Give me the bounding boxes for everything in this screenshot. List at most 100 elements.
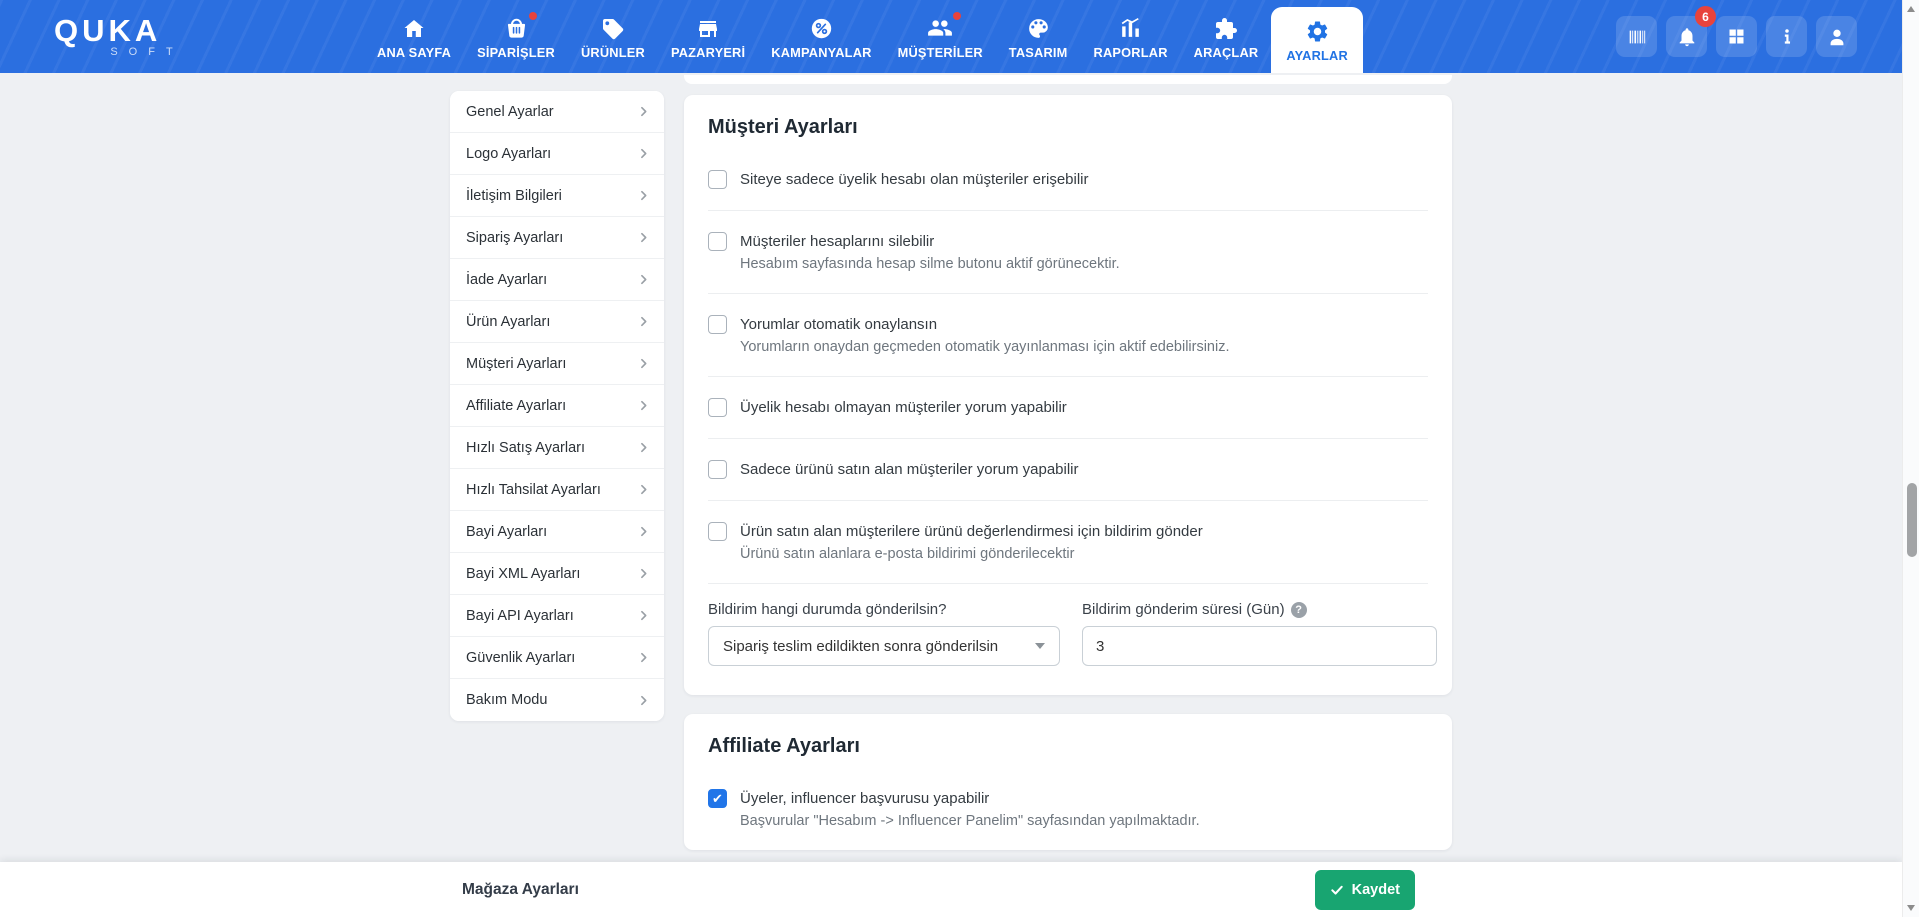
tag-icon bbox=[601, 14, 625, 41]
sidebar-item-label: İade Ayarları bbox=[466, 271, 548, 288]
scroll-down-arrow-icon[interactable] bbox=[1907, 905, 1915, 911]
vertical-scrollbar[interactable] bbox=[1902, 0, 1919, 917]
sidebar-item-label: Hızlı Satış Ayarları bbox=[466, 439, 585, 456]
chevron-right-icon bbox=[637, 315, 650, 328]
sidebar-item[interactable]: İade Ayarları bbox=[450, 259, 664, 301]
sidebar-item[interactable]: Logo Ayarları bbox=[450, 133, 664, 175]
nav-item-ana-sayfa[interactable]: ANA SAYFA bbox=[364, 0, 464, 73]
affiliate-settings-rows: Üyeler, influencer başvurusu yapabilir B… bbox=[708, 768, 1428, 850]
nav-item-musteriler[interactable]: MÜŞTERİLER bbox=[885, 0, 996, 73]
notification-days-input[interactable] bbox=[1082, 626, 1437, 666]
setting-row: Sadece ürünü satın alan müşteriler yorum… bbox=[708, 439, 1428, 501]
setting-row: Yorumlar otomatik onaylansın Yorumların … bbox=[708, 294, 1428, 377]
notification-condition-select[interactable]: Sipariş teslim edildikten sonra gönderil… bbox=[708, 626, 1060, 666]
bell-icon[interactable]: 6 bbox=[1666, 6, 1716, 57]
sidebar-item[interactable]: Affiliate Ayarları bbox=[450, 385, 664, 427]
checkbox-label: Siteye sadece üyelik hesabı olan müşteri… bbox=[740, 171, 1089, 188]
chevron-right-icon bbox=[637, 441, 650, 454]
sidebar-item[interactable]: Bayi API Ayarları bbox=[450, 595, 664, 637]
checkbox[interactable] bbox=[708, 398, 727, 417]
help-icon[interactable]: ? bbox=[1290, 601, 1307, 618]
apps-grid-icon[interactable] bbox=[1716, 16, 1757, 57]
home-icon bbox=[402, 14, 426, 41]
checkbox[interactable] bbox=[708, 170, 727, 189]
card-title: Affiliate Ayarları bbox=[708, 735, 860, 757]
chevron-right-icon bbox=[637, 694, 650, 707]
checkbox[interactable] bbox=[708, 460, 727, 479]
sidebar-item[interactable]: Hızlı Tahsilat Ayarları bbox=[450, 469, 664, 511]
sidebar-item-label: Bayi Ayarları bbox=[466, 523, 548, 540]
checkbox-label: Üyeler, influencer başvurusu yapabilir bbox=[740, 790, 990, 807]
sidebar-item[interactable]: Hızlı Satış Ayarları bbox=[450, 427, 664, 469]
card-title: Müşteri Ayarları bbox=[708, 116, 858, 138]
scrollbar-thumb[interactable] bbox=[1906, 483, 1917, 557]
nav-item-kampanyalar[interactable]: KAMPANYALAR bbox=[758, 0, 884, 73]
sidebar-item[interactable]: Bayi Ayarları bbox=[450, 511, 664, 553]
sidebar-item-label: Logo Ayarları bbox=[466, 145, 552, 162]
chevron-right-icon bbox=[637, 567, 650, 580]
sidebar-item[interactable]: Güvenlik Ayarları bbox=[450, 637, 664, 679]
sidebar-item[interactable]: İletişim Bilgileri bbox=[450, 175, 664, 217]
chevron-right-icon bbox=[637, 357, 650, 370]
logo-title: QUKA bbox=[54, 12, 162, 48]
checkbox[interactable] bbox=[708, 789, 727, 808]
sidebar-item-label: Affiliate Ayarları bbox=[466, 397, 567, 414]
sidebar-item-label: Güvenlik Ayarları bbox=[466, 649, 576, 666]
checkbox[interactable] bbox=[708, 232, 727, 251]
chevron-right-icon bbox=[637, 609, 650, 622]
chevron-right-icon bbox=[637, 651, 650, 664]
chevron-right-icon bbox=[637, 105, 650, 118]
checkbox-helper-text: Yorumların onaydan geçmeden otomatik yay… bbox=[740, 339, 1230, 355]
checkbox-label: Müşteriler hesaplarını silebilir bbox=[740, 233, 935, 250]
chevron-right-icon bbox=[637, 273, 650, 286]
scroll-up-arrow-icon[interactable] bbox=[1907, 6, 1915, 12]
app-logo[interactable]: QUKA SOFT bbox=[54, 12, 214, 58]
users-icon bbox=[927, 11, 962, 41]
nav-item-ayarlar[interactable]: AYARLAR bbox=[1271, 7, 1363, 73]
main-column: Müşteri Ayarları Siteye sadece üyelik he… bbox=[684, 95, 1452, 869]
save-button-label: Kaydet bbox=[1351, 881, 1400, 898]
sidebar-item[interactable]: Bayi XML Ayarları bbox=[450, 553, 664, 595]
barcode-icon[interactable] bbox=[1616, 16, 1657, 57]
nav-item-urunler[interactable]: ÜRÜNLER bbox=[568, 0, 658, 73]
storefront-icon bbox=[696, 14, 720, 41]
setting-row: Müşteriler hesaplarını silebilir Hesabım… bbox=[708, 211, 1428, 294]
sidebar-item[interactable]: Bakım Modu bbox=[450, 679, 664, 721]
palette-icon bbox=[1026, 14, 1051, 41]
sidebar-item-label: Müşteri Ayarları bbox=[466, 355, 567, 372]
save-button[interactable]: Kaydet bbox=[1314, 869, 1415, 910]
nav-item-raporlar[interactable]: RAPORLAR bbox=[1081, 0, 1181, 73]
notification-form: Bildirim hangi durumda gönderilsin? Sipa… bbox=[708, 584, 1437, 695]
nav-item-tasarim[interactable]: TASARIM bbox=[996, 0, 1081, 73]
checkbox-helper-text: Hesabım sayfasında hesap silme butonu ak… bbox=[740, 256, 1120, 272]
notification-dot bbox=[528, 11, 537, 20]
checkbox-label: Ürün satın alan müşterilere ürünü değerl… bbox=[740, 523, 1203, 540]
chevron-right-icon bbox=[637, 189, 650, 202]
checkbox[interactable] bbox=[708, 522, 727, 541]
chevron-down-icon bbox=[1035, 643, 1045, 649]
sidebar-item[interactable]: Müşteri Ayarları bbox=[450, 343, 664, 385]
sidebar-item-label: Hızlı Tahsilat Ayarları bbox=[466, 481, 601, 498]
chevron-right-icon bbox=[637, 147, 650, 160]
checkbox[interactable] bbox=[708, 315, 727, 334]
customer-settings-rows: Siteye sadece üyelik hesabı olan müşteri… bbox=[708, 149, 1428, 584]
sidebar-item-label: Bakım Modu bbox=[466, 692, 548, 708]
user-icon[interactable] bbox=[1816, 16, 1857, 57]
sidebar-item-label: Ürün Ayarları bbox=[466, 313, 551, 330]
nav-item-pazaryeri[interactable]: PAZARYERİ bbox=[658, 0, 758, 73]
sidebar-item[interactable]: Sipariş Ayarları bbox=[450, 217, 664, 259]
setting-row: Siteye sadece üyelik hesabı olan müşteri… bbox=[708, 149, 1428, 211]
sidebar-item[interactable]: Genel Ayarlar bbox=[450, 91, 664, 133]
nav-item-araclar[interactable]: ARAÇLAR bbox=[1181, 0, 1272, 73]
main-nav: ANA SAYFA SİPARİŞLER ÜRÜNLER PAZARYERİ K… bbox=[364, 0, 1363, 73]
checkbox-helper-text: Ürünü satın alanlara e-posta bildirimi g… bbox=[740, 546, 1075, 562]
chevron-right-icon bbox=[637, 231, 650, 244]
scrolled-card-remnant bbox=[684, 75, 1452, 84]
check-icon bbox=[1330, 883, 1344, 897]
sidebar-item[interactable]: Ürün Ayarları bbox=[450, 301, 664, 343]
gear-icon bbox=[1305, 17, 1330, 44]
nav-item-siparisler[interactable]: SİPARİŞLER bbox=[464, 0, 568, 73]
checkbox-helper-text: Başvurular "Hesabım -> Influencer Paneli… bbox=[740, 813, 1200, 829]
affiliate-settings-card: Affiliate Ayarları Üyeler, influencer ba… bbox=[684, 714, 1452, 850]
info-icon[interactable] bbox=[1766, 16, 1807, 57]
